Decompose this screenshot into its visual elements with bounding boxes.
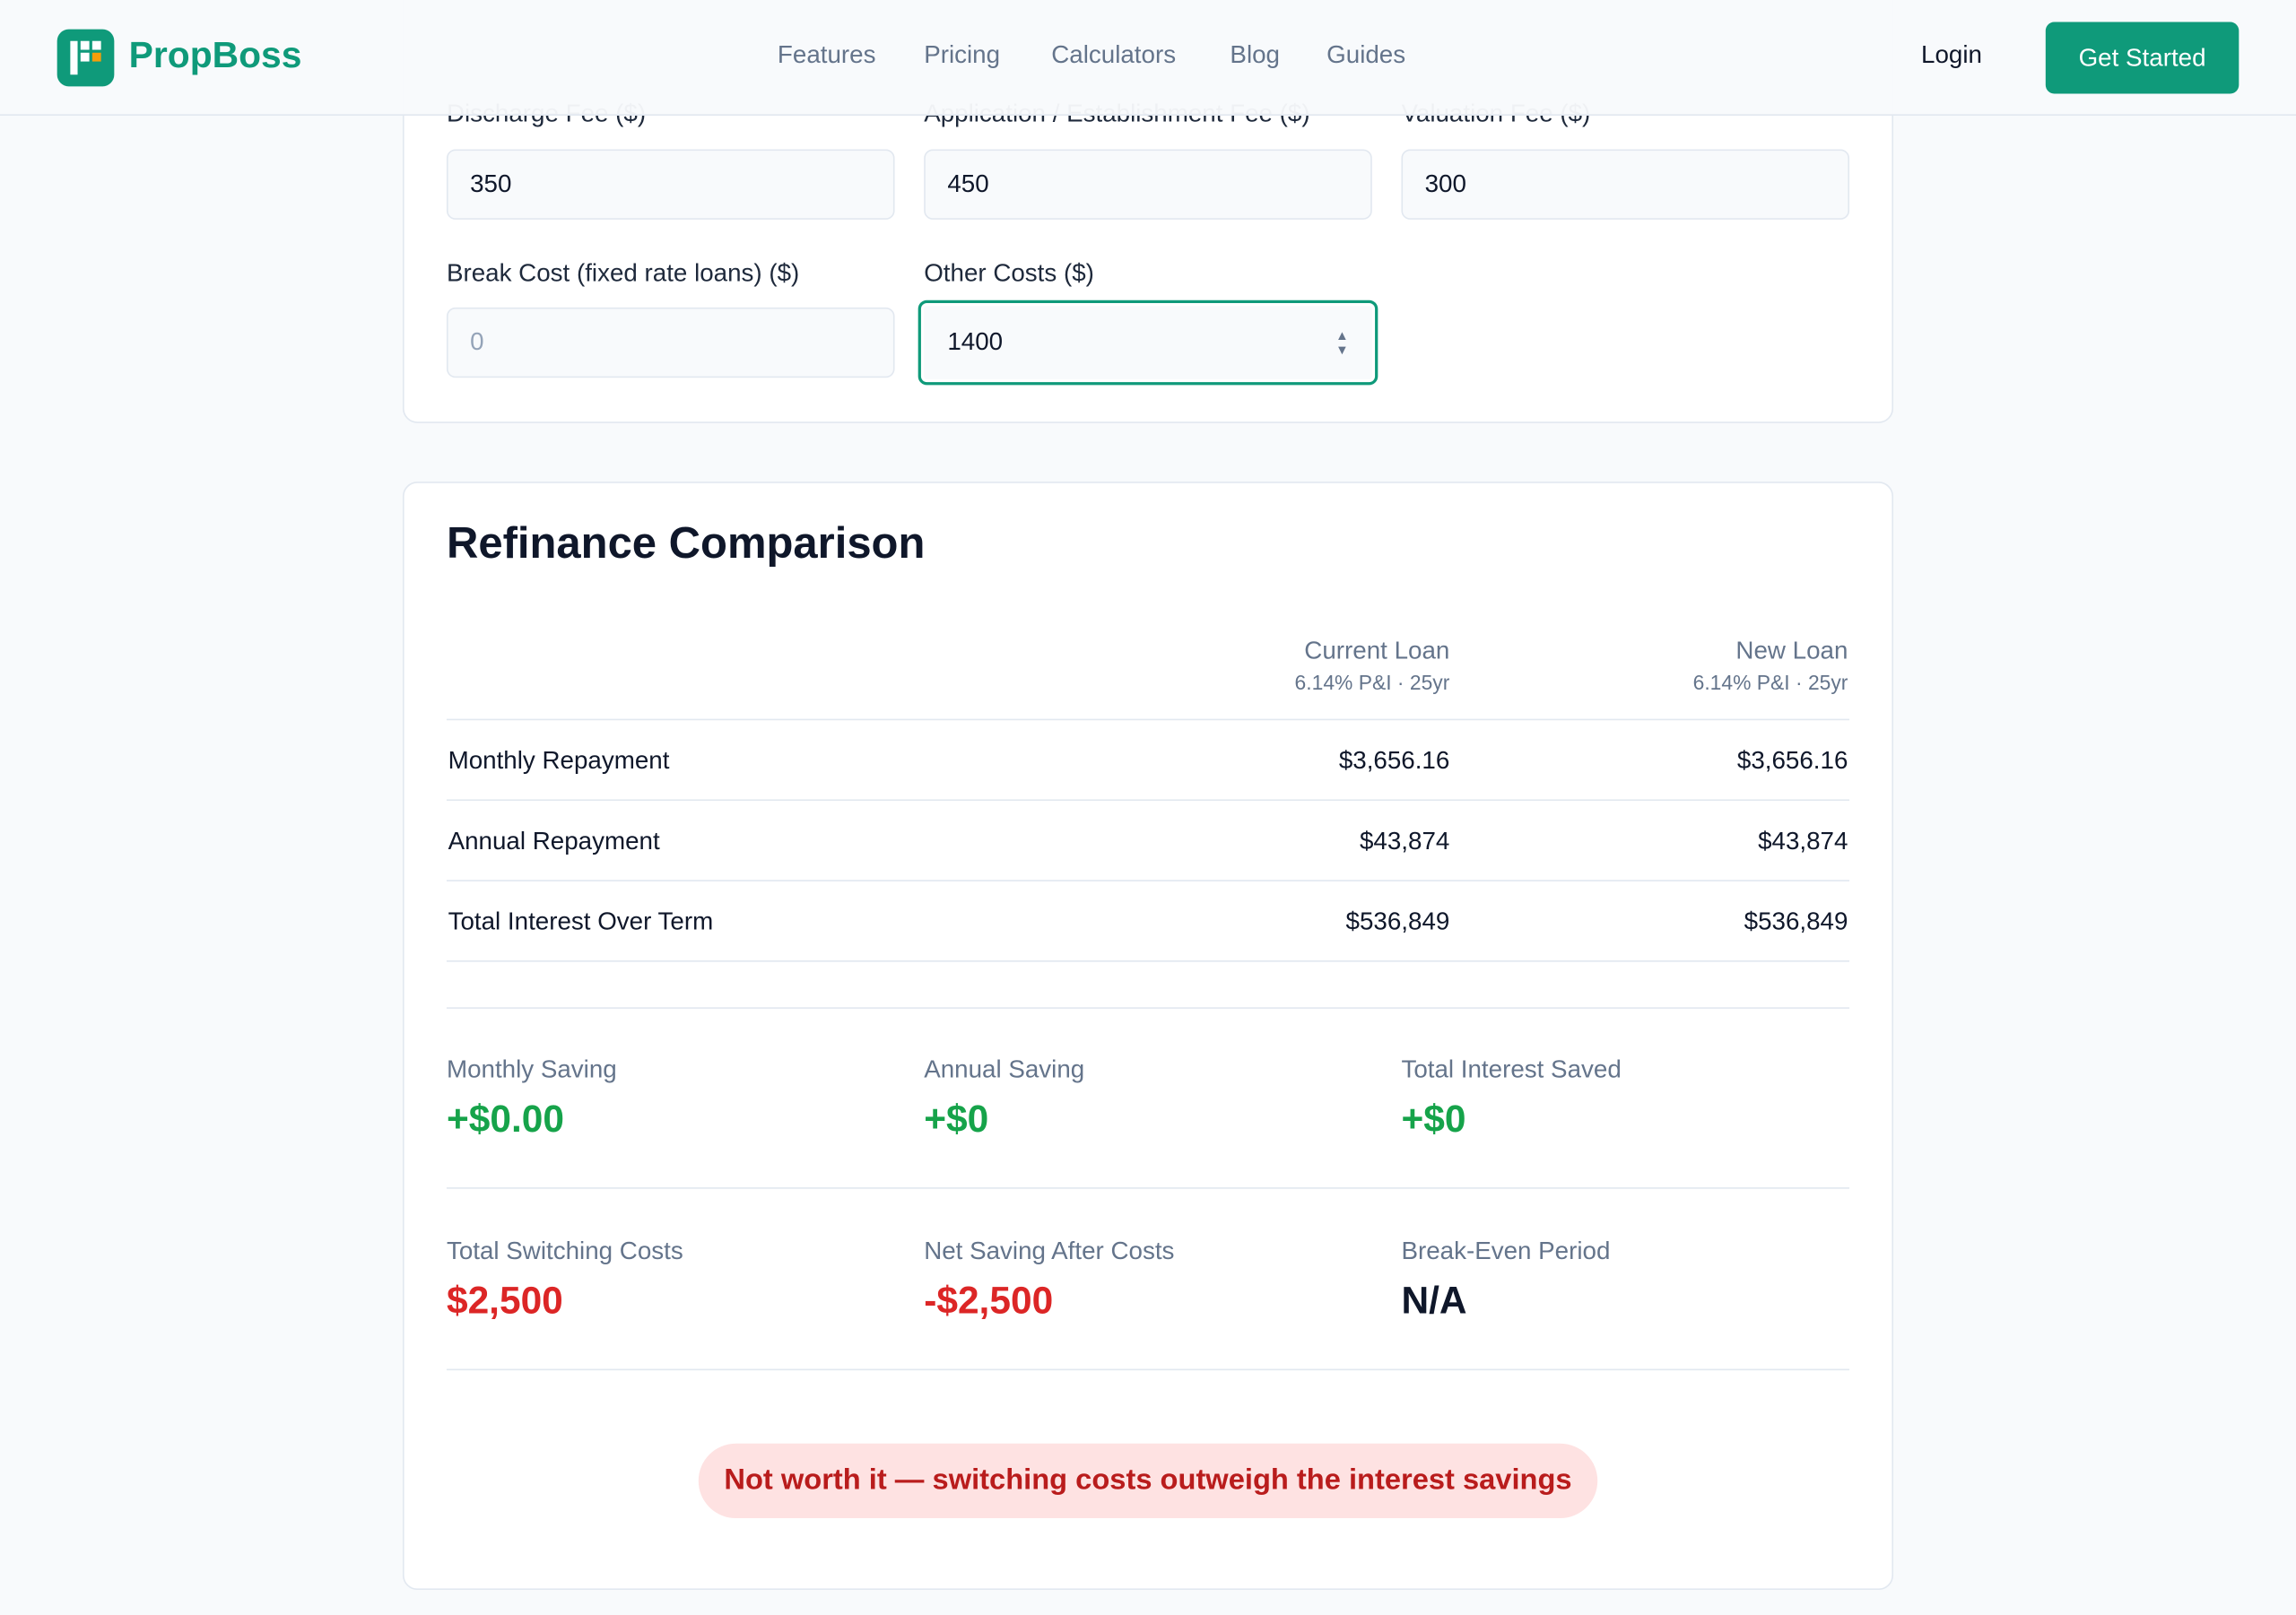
comparison-title: Refinance Comparison [446, 519, 926, 569]
annual-saving-value: +$0 [924, 1096, 989, 1141]
divider [446, 1187, 1850, 1189]
nav-features[interactable]: Features [778, 41, 876, 71]
get-started-label: Get Started [2078, 43, 2206, 72]
interest-saved-value: +$0 [1401, 1096, 1466, 1141]
logo-icon[interactable] [57, 29, 115, 87]
row-label: Total Interest Over Term [448, 907, 714, 936]
login-link[interactable]: Login [1921, 41, 1982, 71]
spinner-icon[interactable]: ▲ ▼ [1335, 328, 1349, 358]
current-loan-heading: Current Loan [1304, 637, 1450, 665]
break-even-value: N/A [1401, 1278, 1467, 1323]
discharge-fee-input[interactable]: 350 [446, 149, 895, 220]
current-value: $3,656.16 [1338, 746, 1450, 775]
column-new-loan: New Loan 6.14% P&I · 25yr [1555, 637, 1848, 694]
switching-costs-value: $2,500 [446, 1278, 563, 1323]
new-loan-heading: New Loan [1735, 637, 1848, 665]
column-current-loan: Current Loan 6.14% P&I · 25yr [1157, 637, 1450, 694]
current-value: $536,849 [1345, 907, 1450, 936]
interest-saved-label: Total Interest Saved [1401, 1055, 1622, 1084]
switching-costs-label: Total Switching Costs [446, 1237, 683, 1265]
break-even-label: Break-Even Period [1401, 1237, 1611, 1265]
new-value: $3,656.16 [1736, 746, 1848, 775]
top-nav: PropBoss Features Pricing Calculators Bl… [0, 0, 2296, 116]
other-costs-input[interactable]: 1400 ▲ ▼ [918, 300, 1378, 386]
other-costs-value: 1400 [947, 327, 1004, 356]
break-cost-label: Break Cost (fixed rate loans) ($) [446, 258, 800, 287]
annual-saving-label: Annual Saving [924, 1055, 1085, 1084]
new-loan-subtitle: 6.14% P&I · 25yr [1692, 670, 1848, 694]
table-row: Monthly Repayment $3,656.16 $3,656.16 [446, 720, 1850, 802]
brand-name[interactable]: PropBoss [129, 35, 302, 77]
valuation-fee-input[interactable]: 300 [1401, 149, 1850, 220]
table-row: Annual Repayment $43,874 $43,874 [446, 801, 1850, 881]
nav-pricing[interactable]: Pricing [924, 41, 1000, 71]
divider [446, 1007, 1850, 1009]
nav-guides[interactable]: Guides [1326, 41, 1405, 71]
application-fee-input[interactable]: 450 [924, 149, 1372, 220]
get-started-button[interactable]: Get Started [2045, 22, 2239, 94]
divider [446, 1368, 1850, 1371]
nav-blog[interactable]: Blog [1230, 41, 1280, 71]
verdict-badge: Not worth it — switching costs outweigh … [698, 1443, 1598, 1519]
other-costs-label: Other Costs ($) [924, 258, 1094, 287]
current-loan-subtitle: 6.14% P&I · 25yr [1294, 670, 1450, 694]
monthly-saving-label: Monthly Saving [446, 1055, 617, 1084]
new-value: $43,874 [1758, 827, 1848, 855]
monthly-saving-value: +$0.00 [446, 1096, 564, 1141]
break-cost-placeholder: 0 [470, 327, 484, 356]
row-label: Annual Repayment [448, 827, 660, 855]
net-saving-value: -$2,500 [924, 1278, 1054, 1323]
net-saving-label: Net Saving After Costs [924, 1237, 1175, 1265]
new-value: $536,849 [1744, 907, 1848, 936]
row-label: Monthly Repayment [448, 746, 670, 775]
current-value: $43,874 [1359, 827, 1450, 855]
nav-calculators[interactable]: Calculators [1051, 41, 1176, 71]
verdict-text: Not worth it — switching costs outweigh … [724, 1463, 1572, 1497]
break-cost-input[interactable]: 0 [446, 307, 895, 378]
table-row: Total Interest Over Term $536,849 $536,8… [446, 881, 1850, 962]
